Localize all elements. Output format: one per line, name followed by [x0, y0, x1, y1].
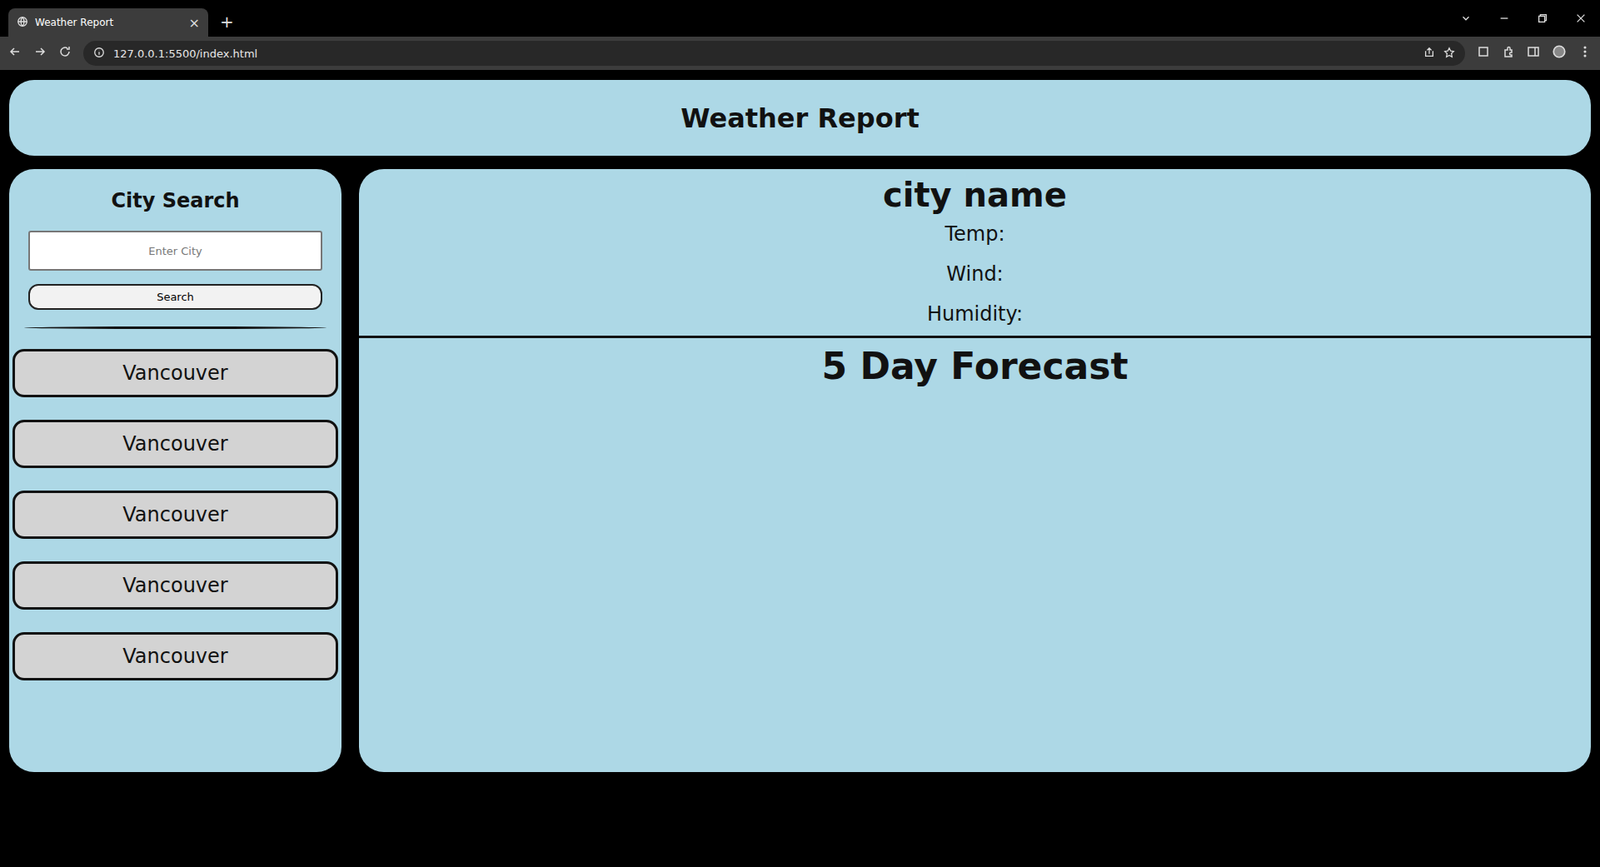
info-icon[interactable] — [93, 46, 105, 61]
tab-bar: Weather Report × + — [0, 0, 1600, 37]
close-icon[interactable] — [1561, 12, 1600, 25]
city-name: city name — [882, 175, 1067, 215]
url-text: 127.0.0.1:5500/index.html — [113, 47, 1416, 60]
puzzle-icon[interactable] — [1501, 44, 1516, 62]
history-button[interactable]: Vancouver — [12, 490, 339, 539]
share-icon[interactable] — [1423, 46, 1436, 61]
sidepanel-icon[interactable] — [1526, 44, 1541, 62]
sidebar-title: City Search — [12, 189, 339, 213]
toolbar: 127.0.0.1:5500/index.html — [0, 36, 1600, 70]
menu-icon[interactable] — [1578, 44, 1592, 62]
history-button[interactable]: Vancouver — [12, 419, 339, 469]
weather-panel: city nameTemp:Wind:Humidity: 5 Day Foreca… — [358, 169, 1591, 773]
chevron-down-icon[interactable] — [1446, 12, 1486, 25]
city-input[interactable] — [28, 230, 323, 271]
forecast-title: 5 Day Forecast — [822, 344, 1129, 388]
search-button[interactable]: Search — [28, 284, 323, 310]
page: Weather Report City Search Search Vancouver… — [0, 69, 1600, 867]
header-title: Weather Report — [680, 102, 919, 135]
tab-close-button[interactable]: × — [189, 14, 200, 31]
globe-icon[interactable] — [16, 15, 29, 30]
content: City SearchSearchVancouverVancouverVanco… — [9, 169, 1591, 773]
window-controls — [1446, 0, 1600, 37]
back-icon[interactable] — [8, 44, 22, 62]
sidebar: City SearchSearchVancouverVancouverVanco… — [9, 169, 342, 773]
forward-icon[interactable] — [33, 44, 47, 62]
weather-stat: Wind: — [946, 254, 1003, 295]
restore-icon[interactable] — [1523, 12, 1562, 25]
address-bar[interactable]: 127.0.0.1:5500/index.html — [83, 40, 1466, 66]
extension-icon[interactable] — [1476, 44, 1491, 62]
divider — [24, 326, 327, 329]
history-list: Vancouver Vancouver Vancouver Vancouver Vanc… — [12, 348, 339, 681]
weather-stat: Humidity: — [927, 294, 1023, 334]
history-button[interactable]: Vancouver — [12, 561, 339, 610]
header: Weather Report — [9, 79, 1591, 156]
profile-icon[interactable] — [1551, 44, 1567, 63]
new-tab-button[interactable]: + — [208, 11, 246, 37]
history-button[interactable]: Vancouver — [12, 348, 339, 398]
star-icon[interactable] — [1443, 46, 1456, 61]
history-button[interactable]: Vancouver — [12, 632, 339, 681]
divider — [358, 335, 1591, 339]
weather-stat: Temp: — [944, 214, 1005, 255]
reload-icon[interactable] — [58, 44, 72, 62]
minimize-icon[interactable] — [1485, 12, 1524, 25]
tab-title: Weather Report — [34, 16, 183, 29]
browser-tab[interactable]: Weather Report × — [8, 8, 209, 37]
